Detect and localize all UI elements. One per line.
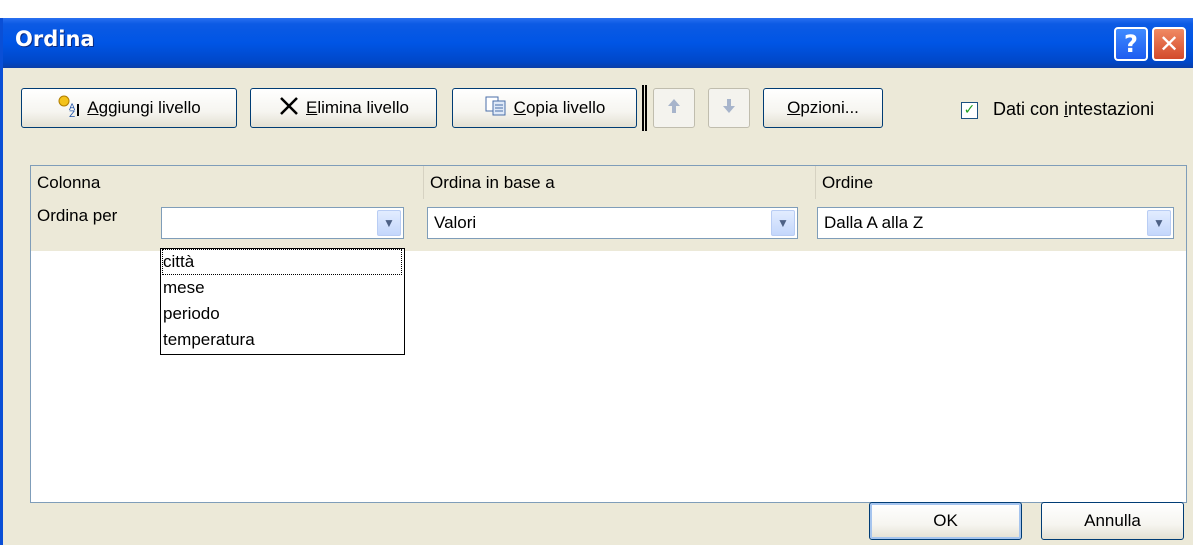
sort-level-row[interactable]: Ordina per ▼ Valori ▼ Dalla A alla Z ▼ [31,199,1186,251]
sort-dialog: Ordina ? ✕ AZ Aggiungi livello Elimina l… [0,18,1193,545]
sort-on-combobox[interactable]: Valori ▼ [427,207,798,239]
dropdown-option[interactable]: temperatura [163,328,255,352]
delete-icon [278,95,300,122]
ok-button[interactable]: OK [869,502,1022,540]
row-label: Ordina per [37,206,118,225]
arrow-up-icon [667,98,681,119]
close-button[interactable]: ✕ [1152,27,1186,61]
sort-levels-grid: Colonna Ordina in base a Ordine Ordina p… [30,165,1187,503]
cancel-button[interactable]: Annulla [1041,502,1184,540]
copy-level-button[interactable]: Copia livello [452,88,637,128]
options-button[interactable]: Opzioni... [763,88,883,128]
toolbar: AZ Aggiungi livello Elimina livello Copi… [6,68,1193,158]
chevron-down-icon[interactable]: ▼ [1147,210,1171,236]
column-combobox[interactable]: ▼ [161,207,404,239]
headers-checkbox[interactable]: ✓ [961,102,978,119]
header-order: Ordine [815,166,1185,199]
svg-text:Z: Z [69,110,75,118]
add-level-icon: AZ [57,94,81,123]
title-bar[interactable]: Ordina ? ✕ [3,18,1193,68]
dropdown-option[interactable]: periodo [163,302,220,326]
grid-header: Colonna Ordina in base a Ordine [31,166,1186,200]
move-up-button[interactable] [653,88,695,128]
header-column: Colonna [37,173,101,192]
order-combobox[interactable]: Dalla A alla Z ▼ [817,207,1174,239]
help-button[interactable]: ? [1114,27,1148,61]
add-level-button[interactable]: AZ Aggiungi livello [21,88,237,128]
dropdown-option[interactable]: città [162,249,402,275]
arrow-down-icon [722,98,736,119]
copy-icon [484,95,508,122]
headers-checkbox-label[interactable]: Dati con intestazioni [993,99,1154,120]
column-dropdown-list: città mese periodo temperatura [160,248,405,355]
dialog-title: Ordina [15,27,95,51]
toolbar-separator [642,85,647,131]
dropdown-option[interactable]: mese [163,276,205,300]
move-down-button[interactable] [708,88,750,128]
chevron-down-icon[interactable]: ▼ [771,210,795,236]
chevron-down-icon[interactable]: ▼ [377,210,401,236]
delete-level-button[interactable]: Elimina livello [250,88,437,128]
header-sort-on: Ordina in base a [423,166,815,199]
